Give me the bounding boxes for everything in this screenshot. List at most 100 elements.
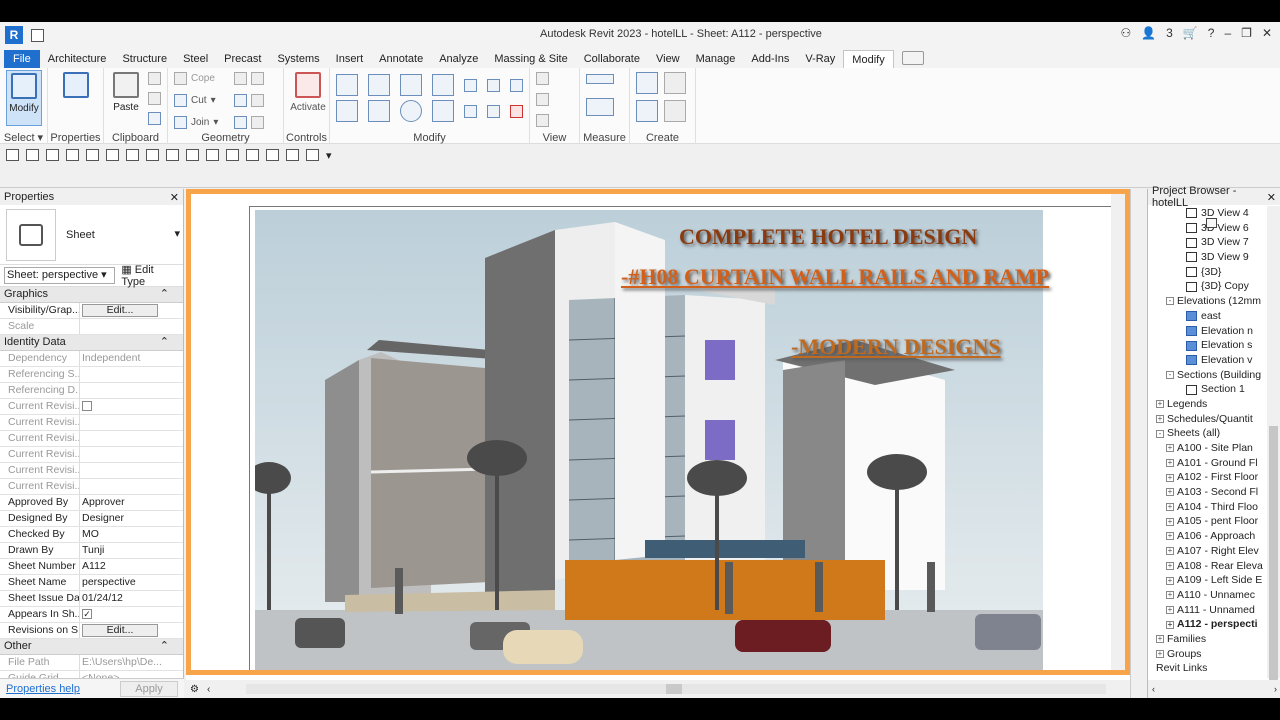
hide-icon[interactable] [536,72,549,85]
ribbon-toggle-icon[interactable] [901,51,924,65]
expand-icon[interactable]: + [1166,561,1174,570]
type-selector[interactable]: Sheet ▾ [0,205,183,265]
property-value[interactable]: MO [80,527,183,542]
browser-node[interactable]: + A100 - Site Plan [1148,441,1267,456]
property-row[interactable]: Designed By Designer [0,511,183,527]
property-value[interactable]: Tunji [80,543,183,558]
view-control-icon[interactable]: ⚙ [190,684,199,695]
browser-node[interactable]: Elevation n [1148,324,1267,339]
measure-icon[interactable] [586,74,614,84]
type-properties-button[interactable] [58,70,94,126]
property-row[interactable]: Current Revisi... [0,399,183,415]
open-icon[interactable] [26,149,39,161]
copy-clip-icon[interactable] [148,92,161,105]
property-row[interactable]: Checked By MO [0,527,183,543]
ribbon-tab-steel[interactable]: Steel [175,50,216,68]
geometry-tool-2[interactable] [234,94,264,107]
ribbon-tab-file[interactable]: File [4,50,40,68]
property-value[interactable] [80,479,183,494]
browser-node[interactable]: + A104 - Third Floo [1148,500,1267,515]
ribbon-tab-add-ins[interactable]: Add-Ins [743,50,797,68]
property-row[interactable]: Revisions on S... Edit... [0,623,183,639]
align-icon[interactable] [336,74,358,96]
browser-node[interactable]: Elevation s [1148,338,1267,353]
default-3d-icon[interactable] [226,149,239,161]
ribbon-tab-precast[interactable]: Precast [216,50,269,68]
ribbon-tab-modify[interactable]: Modify [843,50,894,68]
property-value[interactable] [80,319,183,334]
ribbon-tab-structure[interactable]: Structure [114,50,175,68]
instance-filter-select[interactable]: Sheet: perspective ▾ [4,267,116,284]
drawing-area[interactable]: A112 - perspectiveA100 - Site PlanA101 -… [186,189,1130,698]
split-gap-icon[interactable] [487,78,500,92]
collapse-icon[interactable]: - [1166,370,1174,379]
ribbon-tab-manage[interactable]: Manage [688,50,744,68]
browser-node[interactable]: - Elevations (12mm [1148,294,1267,309]
browser-node[interactable]: + Groups [1148,218,1267,662]
property-value[interactable] [80,383,183,398]
expand-icon[interactable]: + [1166,473,1174,482]
expand-icon[interactable]: + [1166,459,1174,468]
properties-help-link[interactable]: Properties help [6,683,80,695]
browser-node[interactable]: + Families [1148,218,1267,647]
qat-dropdown-icon[interactable]: ▾ [326,149,332,162]
print-icon[interactable] [126,149,139,161]
paste-button[interactable]: Paste [108,70,144,126]
property-checkbox[interactable] [82,401,92,412]
expand-icon[interactable]: + [1166,517,1174,526]
browser-node[interactable]: + A102 - First Floor [1148,470,1267,485]
minimize-icon[interactable]: – [1224,26,1231,40]
property-row[interactable]: Current Revisi... [0,447,183,463]
property-row[interactable]: Sheet Number A112 [0,559,183,575]
geometry-tool-1[interactable] [234,72,264,85]
property-row[interactable]: Current Revisi... [0,479,183,495]
browser-node[interactable]: Section 1 [1148,382,1267,397]
view-horizontal-scrollbar[interactable] [246,684,1106,694]
browser-node[interactable]: + Legends [1148,218,1267,412]
browser-node[interactable]: + A109 - Left Side E [1148,573,1267,588]
ribbon-tab-annotate[interactable]: Annotate [371,50,431,68]
collapse-icon[interactable]: ⌃ [160,335,169,350]
revit-logo-icon[interactable]: R [5,26,23,44]
create-group-icon[interactable] [636,100,658,122]
view-vertical-scrollbar[interactable] [1111,194,1125,670]
undo-icon[interactable] [86,149,99,161]
collapse-icon[interactable]: - [1156,429,1164,438]
property-value[interactable]: Edit... [80,303,183,318]
property-row[interactable]: Sheet Name perspective [0,575,183,591]
browser-node[interactable]: Revit Links [1148,218,1267,676]
thin-lines-icon[interactable] [266,149,279,161]
cut-clip-icon[interactable] [148,72,161,85]
trim-icon[interactable] [432,100,454,122]
browser-node[interactable]: + A103 - Second Fl [1148,485,1267,500]
rotate-icon[interactable] [400,100,422,122]
user-icon[interactable]: 👤 [1141,26,1156,40]
scale-icon[interactable] [487,104,500,118]
property-value[interactable]: Independent [80,351,183,366]
property-value[interactable]: Edit... [80,623,183,638]
property-row[interactable]: Referencing S... [0,367,183,383]
browser-scrollbar[interactable] [1267,206,1280,686]
expand-icon[interactable]: + [1166,605,1174,614]
property-row[interactable]: Current Revisi... [0,431,183,447]
browser-node[interactable]: 3D View 7 [1148,235,1267,250]
dimension-icon[interactable] [586,98,614,116]
active-view-frame[interactable]: COMPLETE HOTEL DESIGN -#H08 CURTAIN WALL… [186,189,1130,675]
text-icon[interactable] [206,149,219,161]
ribbon-tab-systems[interactable]: Systems [269,50,327,68]
restore-icon[interactable]: ❐ [1241,26,1252,40]
ribbon-tab-v-ray[interactable]: V-Ray [797,50,843,68]
delete-icon[interactable] [510,104,523,118]
browser-node[interactable]: Elevation v [1148,353,1267,368]
cut-button[interactable]: Cut ▾ [174,94,216,107]
property-row[interactable]: Visibility/Grap... Edit... [0,303,183,319]
properties-close-icon[interactable]: ✕ [170,191,179,204]
edit-button[interactable]: Edit... [82,304,158,317]
apply-button[interactable]: Apply [120,680,178,697]
ribbon-tab-analyze[interactable]: Analyze [431,50,486,68]
ribbon-tab-view[interactable]: View [648,50,688,68]
expand-icon[interactable]: + [1166,503,1174,512]
property-value[interactable]: E:\Users\hp\De... [80,655,183,670]
browser-node[interactable]: + A112 - perspecti [1148,617,1267,632]
mirror-axis-icon[interactable] [400,74,422,96]
